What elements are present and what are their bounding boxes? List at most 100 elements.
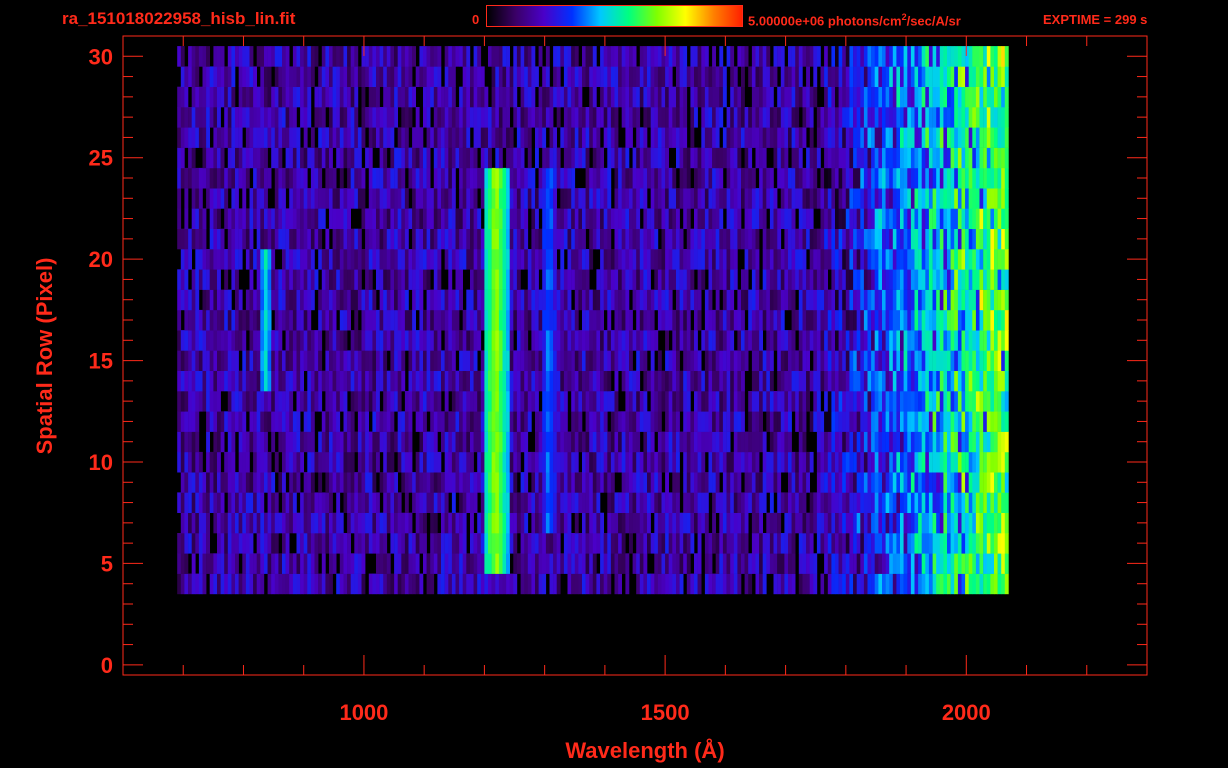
heatmap-cell [368, 309, 373, 331]
heatmap-cell [545, 451, 550, 473]
heatmap-cell [282, 451, 286, 473]
heatmap-cell [657, 391, 662, 412]
heatmap-cell [549, 472, 554, 493]
heatmap-cell [676, 553, 680, 574]
heatmap-cell [484, 533, 489, 554]
heatmap-cell [180, 167, 185, 189]
heatmap-cell [571, 208, 576, 229]
heatmap-cell [455, 127, 460, 148]
heatmap-cell [1004, 472, 1009, 493]
heatmap-cell [390, 391, 395, 412]
heatmap-cell [788, 411, 792, 432]
heatmap-cell [419, 249, 424, 270]
heatmap-cell [267, 512, 272, 534]
heatmap-cell [332, 309, 337, 331]
heatmap-cell [307, 208, 312, 229]
heatmap-cell [979, 208, 984, 229]
heatmap-cell [853, 411, 857, 432]
heatmap-cell [462, 431, 467, 453]
heatmap-cell [502, 451, 507, 473]
heatmap-cell [975, 492, 980, 513]
heatmap-cell [455, 451, 460, 473]
heatmap-cell [502, 350, 507, 371]
heatmap-cell [480, 533, 485, 554]
heatmap-cell [267, 269, 272, 290]
heatmap-cell [607, 249, 612, 270]
heatmap-cell [466, 553, 471, 574]
heatmap-cell [683, 370, 688, 392]
heatmap-cell [574, 472, 579, 493]
heatmap-cell [986, 228, 991, 250]
heatmap-cell [726, 289, 731, 311]
heatmap-cell [383, 127, 388, 148]
heatmap-cell [484, 289, 489, 311]
heatmap-cell [592, 391, 597, 412]
heatmap-cell [686, 249, 691, 270]
heatmap-cell [343, 370, 348, 392]
heatmap-cell [614, 553, 619, 574]
heatmap-cell [737, 533, 742, 554]
heatmap-cell [582, 107, 586, 128]
heatmap-cell [885, 127, 890, 148]
heatmap-cell [957, 533, 962, 554]
heatmap-cell [816, 228, 821, 250]
heatmap-cell [871, 370, 875, 392]
heatmap-cell [180, 269, 185, 290]
heatmap-cell [965, 512, 969, 534]
heatmap-cell [408, 370, 413, 392]
heatmap-cell [310, 492, 315, 513]
heatmap-cell [618, 249, 622, 270]
heatmap-cell [813, 391, 818, 412]
heatmap-cell [701, 391, 706, 412]
heatmap-cell [621, 228, 626, 250]
heatmap-cell [271, 228, 276, 250]
heatmap-cell [470, 411, 474, 432]
heatmap-cell [491, 411, 496, 432]
heatmap-cell [636, 228, 641, 250]
heatmap-cell [459, 289, 463, 311]
heatmap-cell [264, 391, 268, 412]
heatmap-cell [213, 147, 218, 169]
heatmap-cell [690, 269, 695, 290]
heatmap-cell [451, 249, 456, 270]
heatmap-cell [939, 391, 944, 412]
heatmap-cell [809, 208, 814, 229]
heatmap-cell [965, 350, 969, 371]
heatmap-cell [907, 553, 912, 574]
heatmap-cell [741, 289, 745, 311]
heatmap-cell [994, 411, 998, 432]
heatmap-cell [357, 330, 362, 351]
heatmap-cell [643, 289, 648, 311]
heatmap-cell [253, 289, 257, 311]
heatmap-cell [1004, 309, 1009, 331]
heatmap-cell [791, 492, 796, 513]
heatmap-cell [997, 533, 1002, 554]
heatmap-cell [719, 228, 724, 250]
heatmap-cell [560, 289, 565, 311]
heatmap-cell [708, 472, 713, 493]
heatmap-cell [274, 188, 279, 209]
heatmap-cell [921, 249, 926, 270]
heatmap-cell [202, 309, 207, 331]
heatmap-cell [202, 391, 207, 412]
heatmap-cell [900, 167, 904, 189]
heatmap-cell [798, 533, 803, 554]
heatmap-cell [910, 228, 915, 250]
heatmap-cell [751, 451, 756, 473]
heatmap-cell [715, 309, 720, 331]
heatmap-cell [889, 472, 894, 493]
heatmap-cell [921, 127, 926, 148]
heatmap-cell [824, 391, 828, 412]
heatmap-cell [618, 533, 622, 554]
heatmap-cell [625, 208, 630, 229]
heatmap-cell [231, 411, 236, 432]
heatmap-cell [889, 553, 894, 574]
heatmap-cell [878, 289, 883, 311]
heatmap-cell [195, 350, 200, 371]
heatmap-cell [495, 309, 500, 331]
heatmap-cell [867, 228, 872, 250]
heatmap-cell [665, 188, 669, 209]
heatmap-cell [408, 249, 413, 270]
heatmap-cell [202, 350, 207, 371]
heatmap-cell [426, 350, 431, 371]
